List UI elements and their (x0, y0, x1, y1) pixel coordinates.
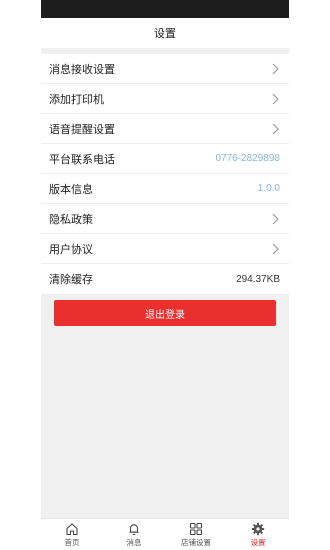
settings-item-voice-reminder[interactable]: 语音提醒设置 (41, 114, 289, 144)
settings-item-message-receive[interactable]: 消息接收设置 (41, 54, 289, 84)
settings-item-user-agreement[interactable]: 用户协议 (41, 234, 289, 264)
settings-item-label: 添加打印机 (49, 93, 104, 106)
cache-size-value: 294.37KB (236, 273, 280, 285)
contact-phone-value[interactable]: 0776-2829898 (215, 153, 280, 164)
settings-item-privacy-policy[interactable]: 隐私政策 (41, 204, 289, 234)
settings-item-add-printer[interactable]: 添加打印机 (41, 84, 289, 114)
home-icon (66, 522, 78, 535)
settings-list: 消息接收设置 添加打印机 语音提醒设置 平台联系电话 0776-2829898 … (41, 54, 289, 294)
logout-button[interactable]: 退出登录 (54, 300, 276, 326)
tab-store-settings[interactable]: 店铺设置 (165, 519, 227, 550)
chevron-right-icon (272, 213, 279, 224)
settings-item-label: 隐私政策 (49, 213, 93, 226)
settings-item-version: 版本信息 1.0.0 (41, 174, 289, 204)
chevron-right-icon (272, 123, 279, 134)
settings-item-contact-phone[interactable]: 平台联系电话 0776-2829898 (41, 144, 289, 174)
bottom-tab-bar: 首页 消息 店铺设置 设置 (41, 518, 289, 550)
version-value: 1.0.0 (257, 183, 280, 194)
settings-item-clear-cache[interactable]: 清除缓存 294.37KB (41, 264, 289, 294)
tab-label: 设置 (250, 537, 266, 547)
grid-icon (189, 522, 203, 535)
page-title: 设置 (154, 28, 176, 40)
tab-messages[interactable]: 消息 (103, 519, 165, 550)
tab-label: 店铺设置 (181, 537, 211, 547)
phone-screen: 设置 消息接收设置 添加打印机 语音提醒设置 平台联系电话 0776-28298… (41, 0, 289, 550)
settings-item-label: 消息接收设置 (49, 63, 115, 76)
gear-icon (251, 522, 265, 535)
tab-label: 首页 (64, 537, 80, 547)
settings-item-label: 版本信息 (49, 183, 93, 196)
settings-item-label: 平台联系电话 (49, 153, 115, 166)
settings-item-label: 用户协议 (49, 243, 93, 256)
tab-label: 消息 (126, 537, 142, 547)
tab-settings[interactable]: 设置 (227, 519, 289, 550)
status-bar (41, 0, 289, 18)
chevron-right-icon (272, 63, 279, 74)
bell-icon (129, 523, 139, 535)
chevron-right-icon (272, 93, 279, 104)
settings-item-label: 语音提醒设置 (49, 123, 115, 136)
chevron-right-icon (272, 243, 279, 254)
nav-bar: 设置 (41, 18, 289, 48)
tab-home[interactable]: 首页 (41, 519, 103, 550)
settings-item-label: 清除缓存 (49, 274, 93, 286)
logout-container: 退出登录 (41, 294, 289, 326)
